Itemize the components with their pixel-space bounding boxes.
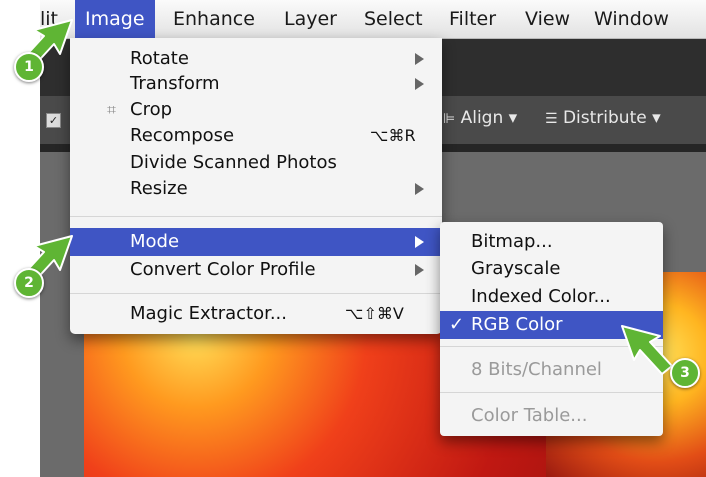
menu-select[interactable]: Select bbox=[364, 0, 423, 38]
crop-icon: ⌗ bbox=[107, 100, 117, 119]
menu-bar: lit Image Enhance Layer Select Filter Vi… bbox=[40, 0, 706, 39]
distribute-icon: ☰ bbox=[545, 111, 558, 127]
menu-item-resize[interactable]: Resize bbox=[70, 175, 442, 203]
align-button[interactable]: ⊫ Align ▾ bbox=[443, 108, 517, 128]
menu-item-bitmap[interactable]: Bitmap... bbox=[440, 228, 663, 256]
menu-item-rgb-color[interactable]: ✓ RGB Color bbox=[440, 311, 663, 339]
distribute-button[interactable]: ☰ Distribute ▾ bbox=[545, 108, 661, 128]
menu-layer[interactable]: Layer bbox=[284, 0, 337, 38]
menu-separator bbox=[440, 346, 663, 347]
menu-separator bbox=[70, 293, 442, 294]
submenu-arrow-icon bbox=[415, 264, 424, 276]
submenu-arrow-icon bbox=[415, 183, 424, 195]
submenu-arrow-icon bbox=[415, 53, 424, 65]
menu-enhance[interactable]: Enhance bbox=[173, 0, 255, 38]
callout-badge-3: 3 bbox=[670, 358, 700, 388]
menu-item-recompose[interactable]: Recompose ⌥⌘R bbox=[70, 122, 442, 150]
menu-item-grayscale[interactable]: Grayscale bbox=[440, 255, 663, 283]
menu-item-8-bits-channel: 8 Bits/Channel bbox=[471, 359, 602, 380]
menu-view[interactable]: View bbox=[525, 0, 570, 38]
mode-submenu: Bitmap... Grayscale Indexed Color... ✓ R… bbox=[440, 222, 663, 436]
menu-item-transform[interactable]: Transform bbox=[70, 70, 442, 98]
submenu-arrow-icon bbox=[415, 78, 424, 90]
callout-badge-2: 2 bbox=[14, 268, 44, 298]
image-menu: Rotate Transform ⌗ Crop Recompose ⌥⌘R Di… bbox=[70, 38, 442, 334]
menu-image[interactable]: Image bbox=[75, 0, 155, 38]
menu-item-divide-scanned-photos[interactable]: Divide Scanned Photos bbox=[70, 149, 442, 177]
menu-separator bbox=[70, 216, 442, 217]
callout-badge-1: 1 bbox=[14, 52, 44, 82]
menu-item-indexed-color[interactable]: Indexed Color... bbox=[440, 283, 663, 311]
menu-window[interactable]: Window bbox=[594, 0, 669, 38]
auto-select-checkbox[interactable]: ✓ bbox=[46, 113, 61, 128]
menu-item-crop[interactable]: ⌗ Crop bbox=[70, 96, 442, 124]
menu-item-magic-extractor[interactable]: Magic Extractor... ⌥⇧⌘V bbox=[70, 300, 442, 328]
menu-item-rotate[interactable]: Rotate bbox=[70, 45, 442, 73]
checkmark-icon: ✓ bbox=[449, 314, 465, 335]
menu-filter[interactable]: Filter bbox=[449, 0, 496, 38]
align-icon: ⊫ bbox=[443, 111, 456, 127]
menu-item-color-table: Color Table... bbox=[471, 405, 588, 426]
menu-item-convert-color-profile[interactable]: Convert Color Profile bbox=[70, 256, 442, 284]
menu-separator bbox=[440, 392, 663, 393]
menu-edit[interactable]: lit bbox=[40, 0, 58, 38]
submenu-arrow-icon bbox=[415, 236, 424, 248]
menu-item-mode[interactable]: Mode bbox=[70, 228, 442, 256]
